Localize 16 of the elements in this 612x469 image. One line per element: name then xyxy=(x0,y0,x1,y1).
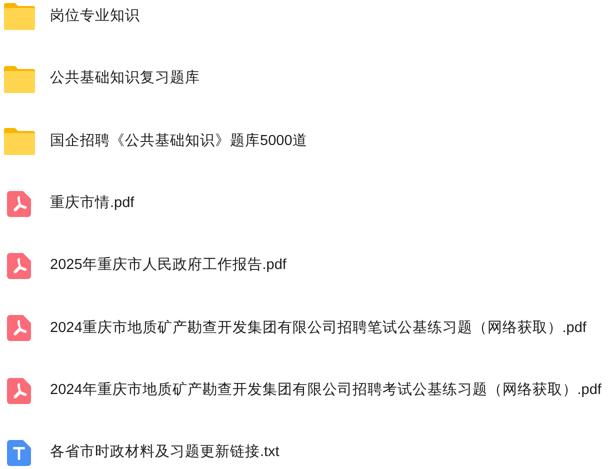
file-name[interactable]: 2024重庆市地质矿产勘查开发集团有限公司招聘笔试公基练习题（网络获取）.pdf xyxy=(50,318,586,340)
document-icon xyxy=(7,190,31,217)
folder-icon xyxy=(4,66,35,93)
document-icon xyxy=(7,315,31,342)
document-icon xyxy=(7,378,31,404)
file-name[interactable]: 国企招聘《公共基础知识》题库5000道 xyxy=(50,130,308,152)
file-name[interactable]: 2024年重庆市地质矿产勘查开发集团有限公司招聘考试公基练习题（网络获取）.pdf xyxy=(50,380,602,402)
file-name[interactable]: 公共基础知识复习题库 xyxy=(50,68,200,90)
folder-icon xyxy=(4,3,35,30)
text-file-icon xyxy=(7,440,31,466)
file-name[interactable]: 2025年重庆市人民政府工作报告.pdf xyxy=(50,255,286,278)
folder-icon xyxy=(4,128,35,156)
file-name[interactable]: 重庆市情.pdf xyxy=(50,192,134,215)
document-icon xyxy=(7,253,31,280)
file-name[interactable]: 岗位专业知识 xyxy=(50,6,140,28)
file-name[interactable]: 各省市时政材料及习题更新链接.txt xyxy=(50,442,280,464)
